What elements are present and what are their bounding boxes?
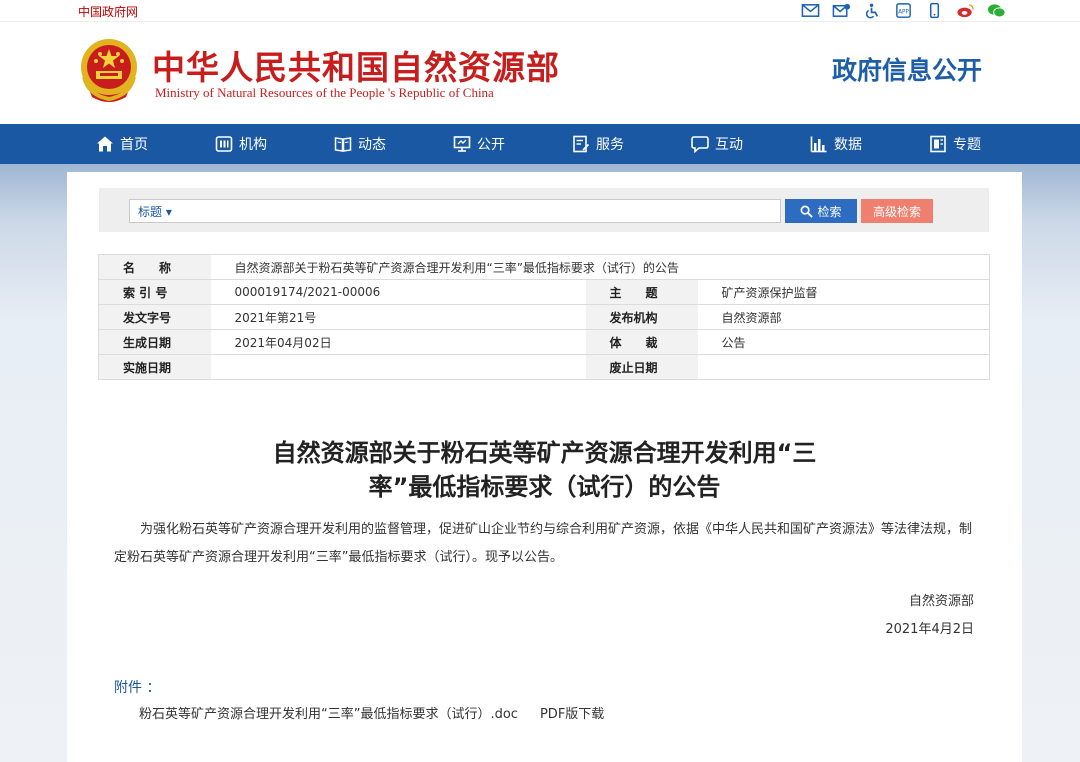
attachment-row: 粉石英等矿产资源合理开发利用“三率”最低指标要求（试行）.doc PDF版下载 [139, 703, 604, 722]
nav-item-data[interactable]: 数据 [810, 124, 929, 164]
main-nav: 首页 机构 动态 公开 服务 互动 数据 专题 [0, 124, 1080, 164]
nav-item-topic[interactable]: 专题 [929, 124, 1048, 164]
info-key: 废止日期 [585, 354, 698, 380]
info-value: 矿产资源保护监督 [697, 279, 990, 305]
search-button-label: 检索 [817, 204, 842, 219]
signature-date: 2021年4月2日 [885, 622, 974, 637]
weibo-icon[interactable] [956, 2, 975, 19]
table-row: 实施日期 废止日期 [98, 354, 990, 380]
institution-icon [215, 136, 233, 152]
data-icon [810, 136, 827, 153]
table-row: 生成日期 2021年04月02日 体 裁 公告 [98, 329, 990, 355]
nav-item-news[interactable]: 动态 [334, 124, 453, 164]
article-title-line: 自然资源部关于粉石英等矿产资源合理开发利用“三 [272, 439, 817, 467]
document-info-table: 名 称 自然资源部关于粉石英等矿产资源合理开发利用“三率”最低指标要求（试行）的… [98, 254, 990, 380]
signature-org: 自然资源部 [908, 594, 974, 609]
content-panel: 标题 ▾ 检索 高级检索 名 称 自然资源部关于粉石英等矿产资源合理开发利用“三… [67, 172, 1022, 762]
nav-label: 机构 [239, 137, 267, 153]
attachment-label: 附件 ： [114, 680, 161, 696]
search-button[interactable]: 检索 [785, 199, 857, 223]
service-icon [573, 135, 590, 153]
info-value: 2021年04月02日 [210, 329, 586, 355]
app-icon[interactable]: APP [894, 2, 913, 19]
info-value [697, 354, 990, 380]
info-key: 索 引 号 [98, 279, 211, 305]
nav-item-interaction[interactable]: 互动 [691, 124, 810, 164]
nav-item-institution[interactable]: 机构 [215, 124, 334, 164]
search-bar: 标题 ▾ 检索 高级检索 [99, 188, 989, 232]
table-row: 索 引 号 000019174/2021-00006 主 题 矿产资源保护监督 [98, 279, 990, 305]
nav-item-home[interactable]: 首页 [96, 124, 215, 164]
info-value: 自然资源部 [697, 304, 990, 330]
home-icon [97, 136, 113, 152]
info-key: 生成日期 [98, 329, 211, 355]
site-header: 中华人民共和国自然资源部 Ministry of Natural Resourc… [0, 23, 1080, 124]
accessibility-icon[interactable] [863, 2, 882, 19]
info-key: 发布机构 [585, 304, 698, 330]
info-key: 发文字号 [98, 304, 211, 330]
nav-label: 互动 [715, 137, 743, 153]
nav-label: 服务 [596, 137, 624, 153]
ministry-name-cn: 中华人民共和国自然资源部 [152, 48, 560, 87]
info-value: 000019174/2021-00006 [210, 279, 586, 305]
info-value: 公告 [697, 329, 990, 355]
info-value [210, 354, 586, 380]
article-body: 为强化粉石英等矿产资源合理开发利用的监督管理，促进矿山企业节约与综合利用矿产资源… [114, 522, 973, 565]
info-key: 体 裁 [585, 329, 698, 355]
nav-label: 数据 [834, 137, 862, 153]
gov-portal-link[interactable]: 中国政府网 [78, 3, 138, 20]
disclosure-icon [453, 136, 471, 152]
nav-label: 公开 [477, 137, 505, 153]
info-key: 名 称 [98, 254, 211, 280]
wechat-icon[interactable] [987, 2, 1006, 19]
feedback-icon[interactable] [832, 2, 851, 19]
top-icons: APP [801, 2, 1006, 19]
attachment-pdf-link[interactable]: PDF版下载 [540, 703, 604, 722]
gov-info-disclosure-title[interactable]: 政府信息公开 [832, 51, 982, 87]
info-value: 2021年第21号 [210, 304, 586, 330]
nav-label: 动态 [358, 137, 386, 153]
search-input[interactable] [190, 200, 780, 222]
nav-label: 专题 [953, 137, 981, 153]
info-key: 实施日期 [98, 354, 211, 380]
search-input-wrapper: 标题 ▾ [129, 199, 781, 223]
interaction-icon [691, 136, 709, 153]
mobile-icon[interactable] [925, 2, 944, 19]
info-key: 主 题 [585, 279, 698, 305]
national-emblem-icon [78, 37, 140, 105]
news-icon [334, 137, 352, 152]
search-type-dropdown[interactable]: 标题 ▾ [130, 203, 190, 220]
table-row: 发文字号 2021年第21号 发布机构 自然资源部 [98, 304, 990, 330]
mail-icon[interactable] [801, 2, 820, 19]
attachment-doc-link[interactable]: 粉石英等矿产资源合理开发利用“三率”最低指标要求（试行）.doc [139, 703, 518, 722]
article-title: 自然资源部关于粉石英等矿产资源合理开发利用“三 率”最低指标要求（试行）的公告 [67, 436, 1022, 504]
article-title-line: 率”最低指标要求（试行）的公告 [368, 473, 721, 501]
advanced-search-button[interactable]: 高级检索 [861, 199, 933, 223]
top-bar: 中国政府网 APP [0, 0, 1080, 22]
table-row: 名 称 自然资源部关于粉石英等矿产资源合理开发利用“三率”最低指标要求（试行）的… [98, 254, 990, 280]
info-value: 自然资源部关于粉石英等矿产资源合理开发利用“三率”最低指标要求（试行）的公告 [210, 254, 990, 280]
svg-text:APP: APP [898, 9, 909, 15]
nav-item-service[interactable]: 服务 [572, 124, 691, 164]
topic-icon [930, 135, 946, 153]
nav-label: 首页 [120, 137, 148, 153]
ministry-name-en: Ministry of Natural Resources of the Peo… [155, 85, 494, 100]
nav-item-disclosure[interactable]: 公开 [453, 124, 572, 164]
search-icon [801, 205, 814, 218]
